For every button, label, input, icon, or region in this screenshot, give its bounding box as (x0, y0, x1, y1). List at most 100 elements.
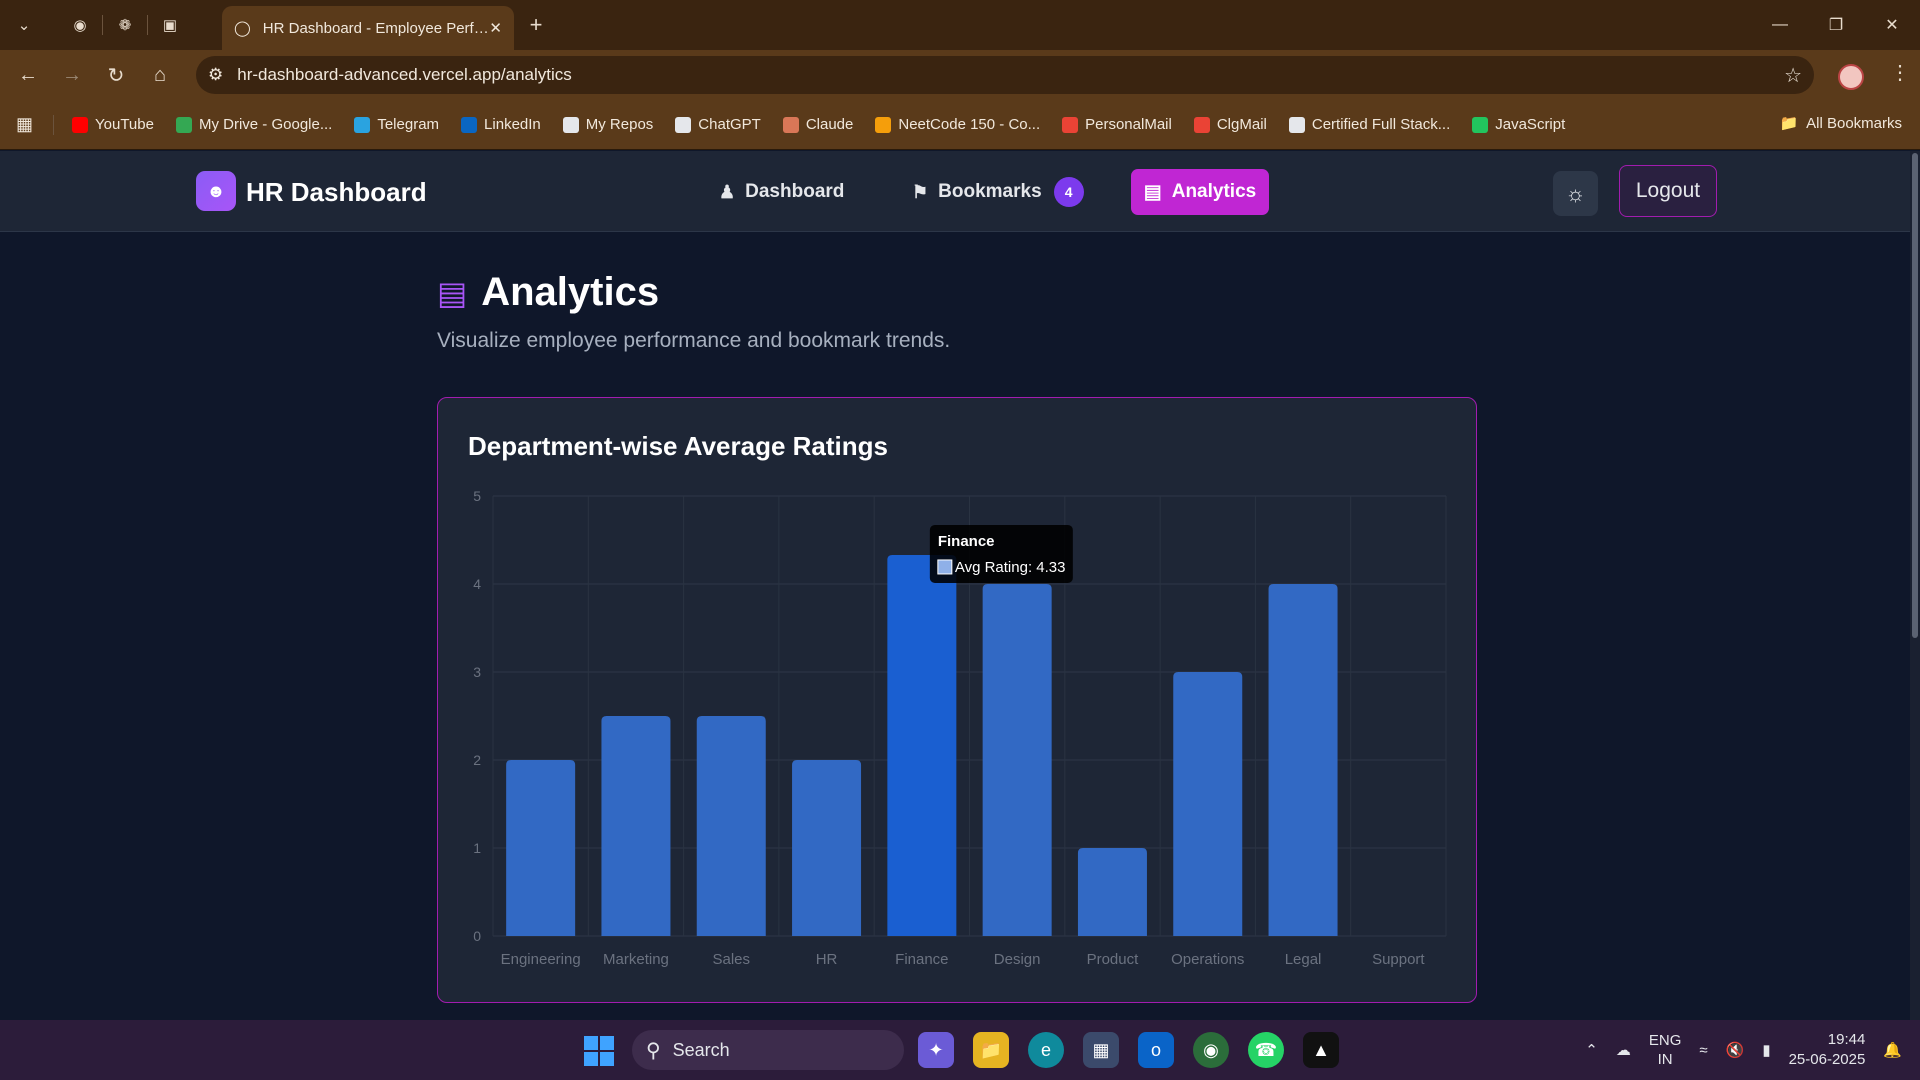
profile-avatar[interactable] (1838, 64, 1864, 90)
language-indicator[interactable]: ENG IN (1649, 1031, 1682, 1070)
notification-icon[interactable]: 🔔 (1883, 1041, 1902, 1059)
ratings-bar-chart[interactable]: 0 1 2 3 4 5 Engineering Marketing Sales HR Finance… (438, 398, 1478, 1004)
bookmark-favicon-icon (562, 116, 579, 133)
nav-analytics[interactable]: ▤ Analytics (1131, 169, 1269, 215)
bookmark-favicon-icon (175, 116, 192, 133)
bar-legal[interactable] (1268, 584, 1338, 936)
window-controls: — ❐ ✕ (1752, 0, 1920, 50)
x-tick-label: Design (994, 951, 1041, 968)
page-scrollbar[interactable] (1910, 151, 1920, 1020)
chrome-icon[interactable]: ◉ (1193, 1032, 1229, 1068)
tab-separator (147, 15, 148, 35)
active-tab[interactable]: ◯ HR Dashboard - Employee Perf… ✕ (222, 6, 514, 50)
taskbar-search[interactable]: ⚲ Search (632, 1030, 904, 1070)
bookmark-star-icon[interactable]: ☆ (1784, 63, 1802, 88)
bookmark-item[interactable]: Claude (782, 116, 854, 133)
new-tab-icon[interactable]: + (518, 7, 554, 43)
github-tab-icon[interactable]: ◉ (62, 7, 98, 43)
bookmark-label: Claude (805, 116, 854, 133)
bookmark-item[interactable]: ChatGPT (675, 116, 761, 133)
store-icon[interactable]: ▦ (1083, 1032, 1119, 1068)
bookmark-label: My Repos (585, 116, 654, 133)
file-explorer-icon[interactable]: 📁 (973, 1032, 1009, 1068)
wifi-icon[interactable]: ≈ (1699, 1042, 1707, 1059)
bookmark-item[interactable]: Certified Full Stack... (1288, 116, 1450, 133)
back-icon[interactable]: ← (6, 53, 50, 97)
region-label: IN (1657, 1051, 1673, 1068)
whatsapp-icon[interactable]: ☎ (1248, 1032, 1284, 1068)
bookmark-item[interactable]: JavaScript (1472, 116, 1565, 133)
notion-tab-icon[interactable]: ▣ (152, 7, 188, 43)
bookmark-item[interactable]: ClgMail (1193, 116, 1267, 133)
bookmark-item[interactable]: Telegram (354, 116, 439, 133)
bar-design[interactable] (982, 584, 1052, 936)
edge-icon[interactable]: e (1028, 1032, 1064, 1068)
outlook-icon[interactable]: o (1138, 1032, 1174, 1068)
analytics-icon: ▤ (437, 274, 468, 311)
windows-start-icon[interactable] (584, 1036, 614, 1066)
chevron-up-icon[interactable]: ⌃ (1585, 1041, 1598, 1059)
language-label: ENG (1648, 1031, 1682, 1049)
users-logo-icon: ☻ (196, 171, 236, 211)
address-bar[interactable]: ⚙ hr-dashboard-advanced.vercel.app/analy… (196, 56, 1814, 94)
x-tick-label: Product (1087, 951, 1140, 968)
scrollbar-thumb[interactable] (1912, 153, 1918, 638)
bookmark-item[interactable]: PersonalMail (1062, 116, 1172, 133)
folder-icon: 📁 (1779, 115, 1799, 132)
bookmarks-bar: ▦ YouTube My Drive - Google... Telegram Lin… (0, 100, 1920, 150)
tab-title: HR Dashboard - Employee Perf… (262, 19, 489, 37)
minimize-icon[interactable]: — (1752, 0, 1808, 50)
app-icon[interactable]: ▲ (1303, 1032, 1339, 1068)
x-tick-label: HR (816, 951, 838, 968)
restore-icon[interactable]: ❐ (1808, 0, 1864, 50)
chatgpt-tab-icon[interactable]: ❁ (107, 7, 143, 43)
bar-hr[interactable] (792, 760, 862, 936)
volume-muted-icon[interactable]: 🔇 (1726, 1041, 1745, 1059)
theme-toggle-sun-icon[interactable]: ☼ (1553, 171, 1598, 216)
copilot-icon[interactable]: ✦ (918, 1032, 954, 1068)
address-bar-row: ← → ↻ ⌂ ⚙ hr-dashboard-advanced.vercel.a… (0, 50, 1920, 100)
site-info-icon[interactable]: ⚙ (208, 65, 223, 85)
bar-finance[interactable] (887, 554, 957, 936)
bookmark-item[interactable]: My Repos (562, 116, 654, 133)
battery-icon[interactable]: ▮ (1762, 1041, 1770, 1059)
reload-icon[interactable]: ↻ (94, 53, 138, 97)
home-icon[interactable]: ⌂ (138, 53, 182, 97)
x-tick-label: Operations (1171, 951, 1244, 968)
bar-marketing[interactable] (601, 716, 671, 936)
bar-engineering[interactable] (506, 760, 576, 936)
nav-bookmarks[interactable]: ⚑ Bookmarks 4 (912, 173, 1084, 211)
close-window-icon[interactable]: ✕ (1864, 0, 1920, 50)
brand-title[interactable]: HR Dashboard (246, 177, 427, 208)
bookmark-favicon-icon (782, 116, 799, 133)
tooltip-title: Finance (938, 533, 995, 550)
globe-icon: ◯ (234, 20, 251, 37)
x-tick-label: Sales (712, 951, 750, 968)
tab-search-icon[interactable]: ⌄ (6, 7, 42, 43)
clock[interactable]: 19:44 25-06-2025 (1789, 1030, 1866, 1071)
y-tick-label: 0 (473, 928, 481, 944)
close-tab-icon[interactable]: ✕ (489, 19, 502, 37)
all-bookmarks[interactable]: 📁 All Bookmarks (1779, 114, 1902, 133)
forward-icon[interactable]: → (50, 53, 94, 97)
nav-dashboard[interactable]: ♟ Dashboard (719, 173, 844, 211)
bookmark-favicon-icon (675, 116, 692, 133)
bookmark-item[interactable]: LinkedIn (461, 116, 541, 133)
taskbar-search-label: Search (672, 1039, 730, 1060)
bar-operations[interactable] (1173, 672, 1243, 936)
bookmark-item[interactable]: My Drive - Google... (175, 116, 332, 133)
logout-button[interactable]: Logout (1619, 165, 1717, 217)
bar-product[interactable] (1077, 848, 1147, 936)
bookmark-favicon-icon (1062, 116, 1079, 133)
bookmark-label: PersonalMail (1085, 116, 1172, 133)
x-tick-label: Marketing (603, 951, 669, 968)
browser-menu-icon[interactable]: ⋮ (1890, 60, 1910, 85)
bookmarks-separator (53, 114, 55, 135)
nav-dashboard-label: Dashboard (745, 181, 845, 202)
cloud-offline-icon[interactable]: ☁ (1616, 1041, 1631, 1059)
bookmark-item[interactable]: YouTube (72, 116, 154, 133)
url-text: hr-dashboard-advanced.vercel.app/analyti… (237, 65, 572, 84)
bar-sales[interactable] (696, 716, 766, 936)
apps-grid-icon[interactable]: ▦ (16, 114, 33, 135)
bookmark-item[interactable]: NeetCode 150 - Co... (875, 116, 1040, 133)
